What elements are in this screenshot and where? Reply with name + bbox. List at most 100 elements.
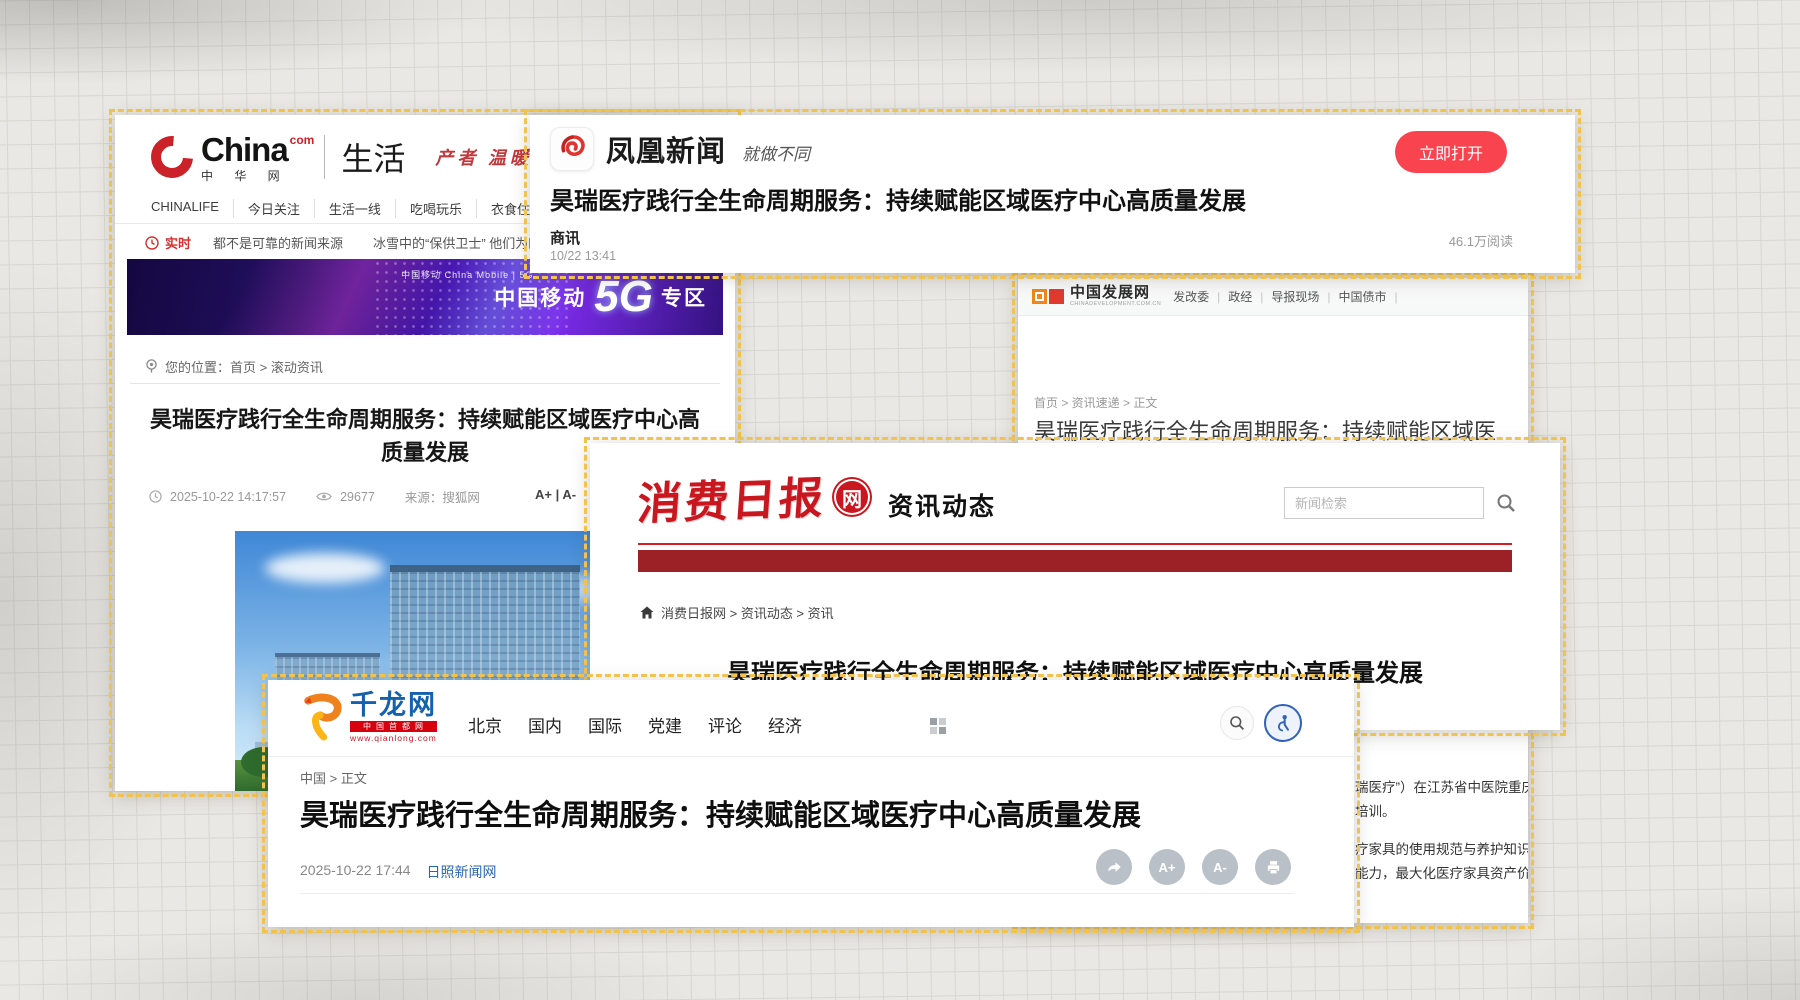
- devnet-nav-fgw[interactable]: 发改委: [1173, 288, 1228, 305]
- china-nav-eat-play[interactable]: 吃喝玩乐: [395, 199, 476, 218]
- china-nav-today[interactable]: 今日关注: [233, 199, 314, 218]
- source-link[interactable]: 日照新闻网: [427, 862, 497, 882]
- qianlong-article-title: 昊瑞医疗践行全生命周期服务：持续赋能区域医疗中心高质量发展: [300, 792, 1141, 834]
- china-nav-chinalife[interactable]: CHINALIFE: [151, 199, 233, 218]
- phoenix-read-count: 46.1万阅读: [1449, 231, 1513, 250]
- more-menu-grid-icon[interactable]: [930, 718, 946, 734]
- consumer-brand-calligraphy[interactable]: 消费日报: [635, 462, 828, 533]
- qianlong-brand-text: 千龙网: [350, 692, 437, 719]
- clock-icon: [145, 236, 159, 250]
- china-breadcrumb[interactable]: 您的位置：首页 > 滚动资讯: [145, 357, 323, 376]
- clock-icon: [149, 490, 162, 503]
- dark-red-nav-bar: [638, 550, 1512, 572]
- devnet-body-fragment: 瑞医疗”）在江苏省中医院重庆: [1355, 776, 1528, 796]
- qianlong-nav-party[interactable]: 党建: [648, 712, 682, 737]
- font-size-controls[interactable]: A+ | A-: [535, 487, 576, 502]
- view-count: 29677: [340, 490, 375, 504]
- cloud: [265, 553, 385, 583]
- phoenix-logo-row: 凤凰新闻 就做不同: [550, 127, 810, 171]
- news-search-input[interactable]: [1284, 487, 1484, 519]
- devnet-breadcrumb[interactable]: 首页 > 资讯速递 > 正文: [1034, 394, 1157, 411]
- devnet-body-fragment: 培训。: [1355, 800, 1396, 820]
- banner-operator: 中国移动: [494, 282, 586, 312]
- devnet-brand-text: 中国发展网: [1070, 285, 1161, 300]
- article-title-line1: 昊瑞医疗践行全生命周期服务：持续赋能区域医疗中心高: [125, 403, 725, 436]
- devnet-logo-icon: [1049, 289, 1064, 304]
- devnet-nav: 发改委 政经 导报现场 中国债市: [1173, 288, 1406, 305]
- location-pin-icon: [145, 359, 158, 374]
- china-nav: CHINALIFE 今日关注 生活一线 吃喝玩乐 衣食住行: [151, 199, 557, 218]
- china-nav-life-line[interactable]: 生活一线: [314, 199, 395, 218]
- open-app-button[interactable]: 立即打开: [1395, 131, 1507, 173]
- breadcrumb-text: 您的位置：首页 > 滚动资讯: [165, 357, 323, 376]
- china-brand-tld: com: [290, 134, 315, 146]
- phoenix-news-screenshot-panel: 凤凰新闻 就做不同 立即打开 昊瑞医疗践行全生命周期服务：持续赋能区域医疗中心高…: [530, 115, 1575, 273]
- qianlong-nav-beijing[interactable]: 北京: [468, 712, 502, 737]
- meta-divider: [300, 893, 1294, 894]
- china-wordmark[interactable]: China com 中 华 网: [201, 133, 314, 182]
- header-divider: [268, 756, 1354, 757]
- china-brand-cn: 中 华 网: [201, 170, 314, 182]
- qianlong-nav-comment[interactable]: 评论: [708, 712, 742, 737]
- qianlong-breadcrumb[interactable]: 中国 > 正文: [300, 768, 367, 787]
- qianlong-nav-international[interactable]: 国际: [588, 712, 622, 737]
- qianlong-nav-economy[interactable]: 经济: [768, 712, 802, 737]
- banner-zone: 专区: [661, 282, 707, 312]
- ticker-label: 实时: [165, 233, 191, 252]
- china-brand-text: China: [201, 133, 288, 166]
- consumer-net-badge-icon: 网: [834, 479, 870, 515]
- home-icon: [640, 606, 654, 619]
- publish-datetime: 2025-10-22 14:17:57: [170, 490, 286, 504]
- phoenix-channel: 商讯: [550, 227, 580, 248]
- china-article-meta: 2025-10-22 14:17:57 29677 来源：搜狐网: [149, 487, 480, 506]
- banner-headline: 中国移动 5G 专区: [494, 275, 707, 319]
- print-icon[interactable]: [1255, 849, 1291, 885]
- ticker-item[interactable]: 冰雪中的“保供卫士” 他们为四: [373, 233, 541, 252]
- font-decrease-icon[interactable]: A-: [1202, 849, 1238, 885]
- devnet-brand[interactable]: 中国发展网 CHINADEVELOPMENT.COM.CN: [1070, 285, 1161, 308]
- consumer-section-title: 资讯动态: [888, 487, 996, 523]
- qianlong-logo[interactable]: 千龙网 中国首都网 www.qianlong.com: [296, 692, 437, 744]
- devnet-header: 中国发展网 CHINADEVELOPMENT.COM.CN 发改委 政经 导报现…: [1018, 278, 1528, 316]
- qianlong-brand-url: www.qianlong.com: [350, 734, 437, 743]
- devnet-article-title: 昊瑞医疗践行全生命周期服务：持续赋能区域医: [1034, 414, 1528, 446]
- logo-divider: [324, 135, 325, 179]
- qianlong-brand-sub: 中国首都网: [350, 721, 437, 732]
- accessibility-icon[interactable]: [1264, 704, 1302, 742]
- devnet-body-fragment: 能力，最大化医疗家具资产价: [1355, 862, 1528, 882]
- views-eye-icon: [316, 491, 332, 502]
- phoenix-brand-text: 凤凰新闻: [606, 128, 726, 170]
- devnet-nav-daobao[interactable]: 导报现场: [1271, 288, 1338, 305]
- consumer-breadcrumb[interactable]: 消费日报网 > 资讯动态 > 资讯: [640, 603, 834, 622]
- devnet-nav-zhengjing[interactable]: 政经: [1228, 288, 1271, 305]
- breadcrumb-divider: [130, 383, 720, 384]
- search-icon[interactable]: [1220, 706, 1254, 740]
- china-brush-c-icon: [142, 127, 201, 186]
- breadcrumb-text: 消费日报网 > 资讯动态 > 资讯: [661, 603, 834, 622]
- phoenix-logo-icon[interactable]: [550, 127, 594, 171]
- article-action-icons: A+ A-: [1096, 849, 1291, 885]
- qianlong-nav-domestic[interactable]: 国内: [528, 712, 562, 737]
- china-logo-row: China com 中 华 网 生活 产者 温暖 深度: [151, 127, 584, 187]
- dragon-swoosh-icon: [296, 692, 348, 744]
- publish-datetime: 2025-10-22 17:44: [300, 862, 411, 882]
- consumer-logo-row: 消费日报 网 资讯动态: [638, 465, 996, 529]
- phoenix-publish-time: 10/22 13:41: [550, 249, 616, 263]
- article-source: 来源：搜狐网: [405, 487, 480, 506]
- qianlong-nav: 北京 国内 国际 党建 评论 经济: [468, 712, 802, 737]
- red-divider-line: [638, 543, 1512, 545]
- banner-5g: 5G: [594, 275, 653, 319]
- devnet-brand-domain: CHINADEVELOPMENT.COM.CN: [1070, 302, 1161, 308]
- font-increase-icon[interactable]: A+: [1149, 849, 1185, 885]
- devnet-logo-icon: [1032, 289, 1047, 304]
- phoenix-article-title: 昊瑞医疗践行全生命周期服务：持续赋能区域医疗中心高质量发展: [550, 181, 1410, 216]
- qianlong-article-meta: 2025-10-22 17:44 日照新闻网: [300, 862, 497, 882]
- ticker-item[interactable]: 都不是可靠的新闻来源: [213, 233, 343, 252]
- devnet-body-fragment: 疗家具的使用规范与养护知识，: [1355, 838, 1528, 858]
- share-icon[interactable]: [1096, 849, 1132, 885]
- devnet-nav-zhaishi[interactable]: 中国债市: [1339, 288, 1406, 305]
- china-section-title: 生活: [341, 134, 405, 180]
- phoenix-slogan: 就做不同: [742, 140, 810, 165]
- qianlong-screenshot-panel: 千龙网 中国首都网 www.qianlong.com 北京 国内 国际 党建 评…: [268, 680, 1354, 927]
- search-icon[interactable]: [1496, 493, 1516, 518]
